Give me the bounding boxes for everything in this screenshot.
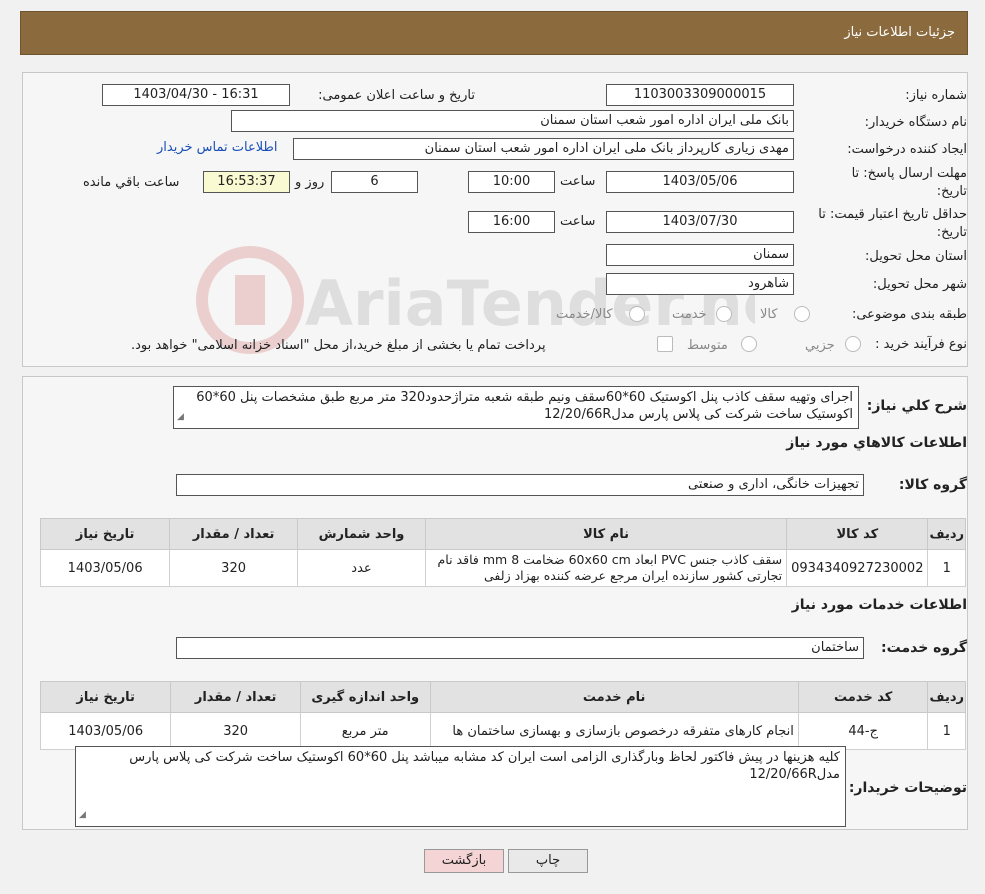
- process-radio-medium[interactable]: [741, 336, 757, 356]
- goods-col-date: تاريخ نياز: [39, 518, 171, 550]
- validity-time-label: ساعت: [560, 214, 596, 229]
- page-header: جزئیات اطلاعات نیاز: [20, 11, 968, 55]
- services-cell-name: انجام کارهای متفرقه درخصوص بازسازی و بهس…: [429, 712, 799, 750]
- category-option-goods-service: کالا/خدمت: [556, 307, 613, 322]
- buyer-org-label: نام دستگاه خریدار:: [864, 115, 967, 130]
- need-number-label: شماره نیاز:: [905, 88, 967, 103]
- table-row: 1 ج-44 انجام کارهای متفرقه درخصوص بازساز…: [39, 712, 966, 750]
- services-table: رديف کد خدمت نام خدمت واحد اندازه گیری ت…: [39, 681, 966, 750]
- category-radio-goods[interactable]: [794, 306, 810, 326]
- goods-section-title: اطلاعات کالاهاي مورد نياز: [786, 435, 967, 451]
- treasury-checkbox[interactable]: [657, 336, 673, 356]
- days-label: روز و: [295, 175, 325, 190]
- goods-cell-row: 1: [927, 549, 966, 587]
- deadline-label: مهلت ارسال پاسخ: تا تاریخ:: [851, 166, 967, 199]
- goods-cell-code: 0934340927230002: [786, 549, 929, 587]
- radio-icon: [629, 306, 645, 322]
- buyer-notes-label: توضیحات خریدار:: [848, 780, 967, 796]
- validity-time-field: 16:00: [468, 211, 555, 233]
- remaining-time-field: 16:53:37: [203, 171, 290, 193]
- goods-col-name: نام کالا: [425, 518, 788, 550]
- services-cell-unit: متر مربع: [299, 712, 431, 750]
- services-cell-row: 1: [927, 712, 966, 750]
- province-field: سمنان: [606, 244, 794, 266]
- buyer-notes-text: کلیه هزینها در پیش فاکتور لحاظ وبارگذاری…: [129, 750, 840, 782]
- summary-textarea[interactable]: اجرای وتهیه سقف کاذب پنل اکوستیک 60*60سق…: [173, 386, 859, 429]
- services-col-qty: تعداد / مقدار: [170, 681, 301, 713]
- services-col-code: کد خدمت: [797, 681, 929, 713]
- buyer-notes-textarea[interactable]: کلیه هزینها در پیش فاکتور لحاظ وبارگذاری…: [75, 746, 846, 827]
- goods-group-field: تجهیزات خانگی، اداری و صنعتی: [176, 474, 864, 496]
- services-group-field: ساختمان: [176, 637, 864, 659]
- need-number-field: 1103003309000015: [606, 84, 794, 106]
- announce-field: 1403/04/30 - 16:31: [102, 84, 290, 106]
- page-title: جزئیات اطلاعات نیاز: [844, 25, 955, 40]
- category-option-goods: کالا: [760, 307, 778, 322]
- goods-col-code: کد کالا: [786, 518, 929, 550]
- process-note: پرداخت تمام یا بخشی از مبلغ خرید،از محل …: [131, 338, 546, 353]
- process-label: نوع فرآیند خرید :: [875, 337, 967, 352]
- summary-label: شرح کلي نياز:: [866, 398, 967, 414]
- validity-label: حداقل تاریخ اعتبار قیمت: تا تاریخ:: [818, 207, 967, 240]
- radio-icon: [845, 336, 861, 352]
- goods-col-qty: تعداد / مقدار: [169, 518, 298, 550]
- process-radio-minor[interactable]: [845, 336, 861, 356]
- goods-table: رديف کد کالا نام کالا واحد شمارش تعداد /…: [39, 518, 966, 587]
- services-group-label: گروه خدمت:: [881, 640, 967, 656]
- process-option-minor: جزيي: [805, 338, 835, 353]
- services-cell-date: 1403/05/06: [39, 712, 172, 750]
- category-radio-service[interactable]: [716, 306, 732, 326]
- city-field: شاهرود: [606, 273, 794, 295]
- creator-field: مهدی زیاری کارپرداز بانک ملی ایران اداره…: [293, 138, 794, 160]
- remaining-time-label: ساعت باقي مانده: [83, 175, 180, 190]
- table-row: 1 0934340927230002 سقف کاذب جنس PVC ابعا…: [39, 549, 966, 587]
- days-remaining-field: 6: [331, 171, 418, 193]
- goods-group-label: گروه کالا:: [898, 477, 967, 493]
- radio-icon: [794, 306, 810, 322]
- creator-label: ایجاد کننده درخواست:: [847, 142, 967, 157]
- validity-date-field: 1403/07/30: [606, 211, 794, 233]
- services-col-name: نام خدمت: [429, 681, 799, 713]
- deadline-time-field: 10:00: [468, 171, 555, 193]
- goods-cell-qty: 320: [169, 549, 298, 587]
- category-option-service: خدمت: [672, 307, 707, 322]
- services-cell-qty: 320: [170, 712, 301, 750]
- goods-cell-name: سقف کاذب جنس PVC ابعاد 60x60 cm ضخامت 8 …: [425, 549, 788, 587]
- checkbox-icon: [657, 336, 673, 352]
- process-option-medium: متوسط: [687, 338, 728, 353]
- city-label: شهر محل تحویل:: [872, 277, 967, 292]
- resize-handle-icon[interactable]: ◢: [79, 807, 86, 824]
- services-col-date: تاريخ نياز: [39, 681, 172, 713]
- goods-col-unit: واحد شمارش: [296, 518, 427, 550]
- resize-handle-icon[interactable]: ◢: [177, 409, 184, 426]
- province-label: استان محل تحویل:: [865, 249, 967, 264]
- summary-text: اجرای وتهیه سقف کاذب پنل اکوستیک 60*60سق…: [196, 390, 853, 422]
- goods-cell-unit: عدد: [296, 549, 427, 587]
- services-col-unit: واحد اندازه گیری: [299, 681, 431, 713]
- category-radio-goods-service[interactable]: [629, 306, 645, 326]
- announce-label: تاریخ و ساعت اعلان عمومی:: [318, 88, 475, 103]
- deadline-time-label: ساعت: [560, 174, 596, 189]
- radio-icon: [716, 306, 732, 322]
- goods-cell-date: 1403/05/06: [39, 549, 171, 587]
- services-cell-code: ج-44: [797, 712, 929, 750]
- buyer-contact-link[interactable]: اطلاعات تماس خریدار: [157, 140, 277, 155]
- services-section-title: اطلاعات خدمات مورد نياز: [791, 597, 967, 613]
- print-button[interactable]: چاپ: [508, 849, 588, 873]
- back-button[interactable]: بازگشت: [424, 849, 504, 873]
- buyer-org-field: بانک ملی ایران اداره امور شعب استان سمنا…: [231, 110, 794, 132]
- goods-col-row: رديف: [927, 518, 966, 550]
- category-label: طبقه بندی موضوعی:: [851, 307, 967, 322]
- deadline-date-field: 1403/05/06: [606, 171, 794, 193]
- radio-icon: [741, 336, 757, 352]
- services-col-row: رديف: [927, 681, 966, 713]
